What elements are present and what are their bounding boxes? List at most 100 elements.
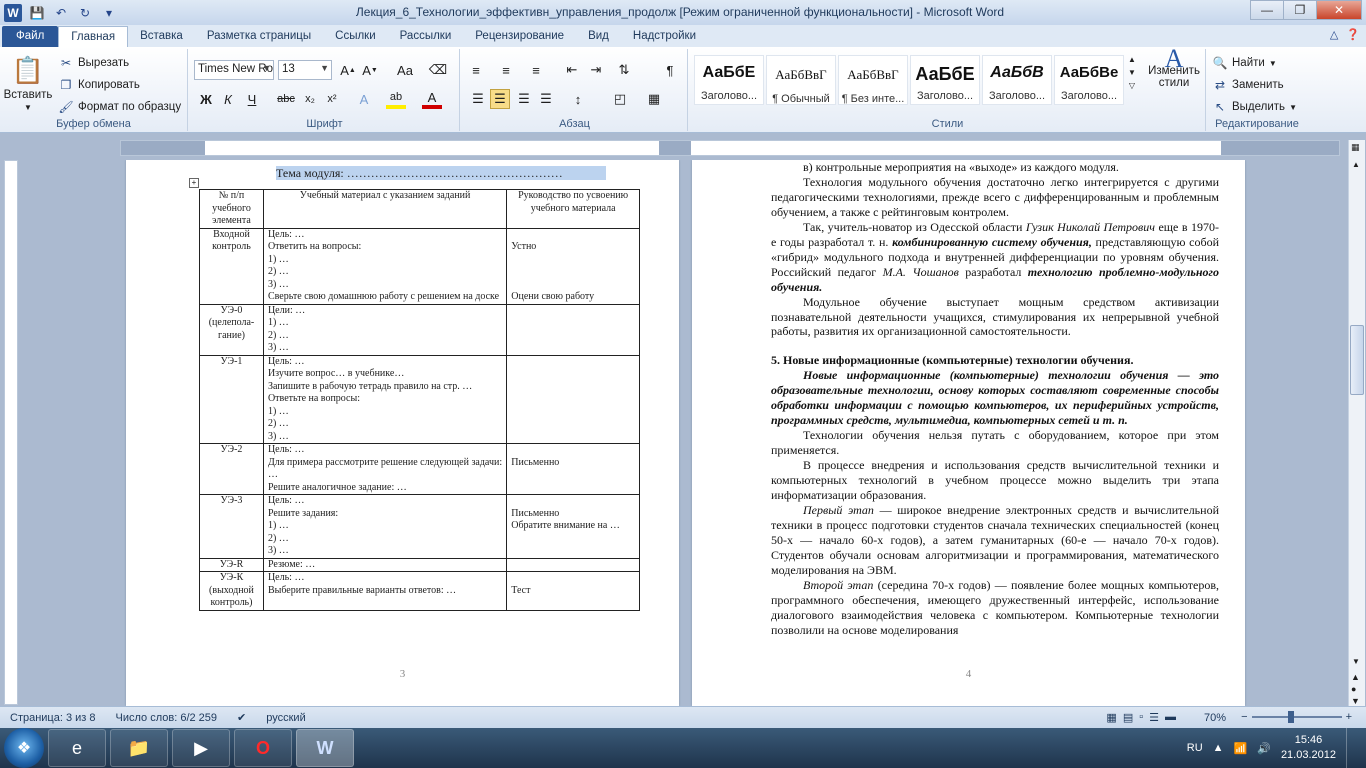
customize-qat-icon[interactable]: ▾ bbox=[100, 4, 118, 22]
next-page-icon[interactable]: ▼ bbox=[1351, 696, 1360, 706]
scrollbar-thumb[interactable] bbox=[1350, 325, 1364, 395]
font-color-icon[interactable]: A bbox=[422, 89, 442, 109]
word-count[interactable]: Число слов: 6/2 259 bbox=[106, 712, 228, 724]
bullets-icon[interactable]: ≡ bbox=[466, 60, 486, 80]
highlight-icon[interactable]: ab bbox=[386, 89, 406, 109]
increase-indent-icon[interactable]: ⇥ bbox=[586, 60, 606, 80]
word-taskbar-icon[interactable]: W bbox=[296, 729, 354, 767]
ruler-toggle-icon[interactable]: ▦ bbox=[1351, 142, 1360, 153]
volume-icon[interactable]: 🔊 bbox=[1257, 742, 1271, 755]
sort-icon[interactable]: ⇅ bbox=[614, 60, 634, 80]
save-icon[interactable]: 💾 bbox=[28, 4, 46, 22]
shading-icon[interactable]: ◰ bbox=[610, 89, 630, 109]
font-size-combo[interactable]: 13 ▼ bbox=[278, 60, 332, 80]
zoom-in-icon[interactable]: + bbox=[1346, 711, 1352, 723]
minimize-button[interactable]: — bbox=[1250, 0, 1284, 20]
page-counter[interactable]: Страница: 3 из 8 bbox=[0, 712, 106, 724]
tab-home[interactable]: Главная bbox=[58, 26, 129, 47]
styles-scroll[interactable]: ▲ ▼ ▽ bbox=[1128, 55, 1136, 90]
scroll-down-icon[interactable]: ▼ bbox=[1352, 657, 1360, 666]
multilevel-list-icon[interactable]: ≡ bbox=[526, 60, 546, 80]
file-explorer-icon[interactable]: 📁 bbox=[110, 729, 168, 767]
web-layout-icon[interactable]: ▫ bbox=[1139, 711, 1143, 724]
paste-button[interactable]: 📋 Вставить ▼ bbox=[4, 53, 53, 113]
style-no-spacing[interactable]: АаБбВвГ ¶ Без инте... bbox=[838, 55, 908, 105]
vertical-ruler[interactable] bbox=[4, 160, 18, 705]
tab-references[interactable]: Ссылки bbox=[323, 26, 388, 47]
cut-button[interactable]: ✂ Вырезать bbox=[58, 55, 129, 71]
word-logo-icon[interactable]: W bbox=[4, 3, 22, 22]
page-3[interactable]: Тема модуля: ……………………………………………… + № п/п … bbox=[126, 160, 679, 706]
style-heading-1[interactable]: АаБбЕ Заголово... bbox=[694, 55, 764, 105]
line-spacing-icon[interactable]: ↕ bbox=[568, 89, 588, 109]
table-move-handle-icon[interactable]: + bbox=[189, 178, 199, 188]
align-right-icon[interactable]: ☰ bbox=[514, 89, 534, 109]
clock[interactable]: 15:46 21.03.2012 bbox=[1281, 733, 1336, 763]
previous-page-icon[interactable]: ▲ bbox=[1351, 672, 1360, 682]
superscript-icon[interactable]: x² bbox=[322, 89, 342, 109]
align-left-icon[interactable]: ☰ bbox=[468, 89, 488, 109]
tab-view[interactable]: Вид bbox=[576, 26, 621, 47]
language-indicator[interactable]: русский bbox=[256, 712, 315, 724]
print-layout-icon[interactable]: ▦ bbox=[1106, 711, 1116, 724]
tab-mailings[interactable]: Рассылки bbox=[388, 26, 464, 47]
underline-icon[interactable]: Ч bbox=[242, 89, 262, 109]
zoom-thumb[interactable] bbox=[1287, 711, 1294, 723]
browse-object-icon[interactable]: ● bbox=[1351, 684, 1356, 694]
collapse-ribbon-icon[interactable]: △ bbox=[1330, 28, 1338, 41]
change-styles-button[interactable]: A Изменить стили bbox=[1144, 46, 1204, 90]
spellcheck-icon[interactable]: ✔ bbox=[227, 711, 256, 724]
clear-formatting-icon[interactable]: ⌫ bbox=[428, 60, 448, 80]
help-icon[interactable]: ❓ bbox=[1346, 28, 1360, 41]
shrink-font-icon[interactable]: A ▼ bbox=[360, 60, 380, 80]
close-button[interactable]: ✕ bbox=[1316, 0, 1362, 20]
borders-icon[interactable]: ▦ bbox=[644, 89, 664, 109]
style-heading-4[interactable]: АаБбВе Заголово... bbox=[1054, 55, 1124, 105]
select-button[interactable]: ↖ Выделить ▼ bbox=[1212, 99, 1297, 115]
restore-button[interactable]: ❐ bbox=[1283, 0, 1317, 20]
replace-button[interactable]: ⇄ Заменить bbox=[1212, 77, 1284, 93]
font-name-combo[interactable]: Times New Ro ▼ bbox=[194, 60, 274, 80]
subscript-icon[interactable]: x₂ bbox=[300, 89, 320, 109]
style-heading-3[interactable]: АаБбВ Заголово... bbox=[982, 55, 1052, 105]
justify-icon[interactable]: ☰ bbox=[536, 89, 556, 109]
scroll-up-icon[interactable]: ▲ bbox=[1352, 160, 1360, 169]
more-styles-icon[interactable]: ▽ bbox=[1129, 81, 1135, 90]
redo-icon[interactable]: ↻ bbox=[76, 4, 94, 22]
tab-page-layout[interactable]: Разметка страницы bbox=[195, 26, 323, 47]
tab-file[interactable]: Файл bbox=[2, 26, 59, 47]
bold-icon[interactable]: Ж bbox=[196, 89, 216, 109]
show-hidden-icons-icon[interactable]: ▲ bbox=[1213, 742, 1224, 754]
grow-font-icon[interactable]: A ▲ bbox=[338, 60, 358, 80]
copy-button[interactable]: ❐ Копировать bbox=[58, 77, 140, 93]
vertical-scrollbar[interactable]: ▦ ▲ ▼ ▲ ● ▼ bbox=[1348, 140, 1365, 706]
network-icon[interactable]: 📶 bbox=[1234, 742, 1248, 755]
outline-icon[interactable]: ☰ bbox=[1149, 711, 1159, 724]
text-effects-icon[interactable]: A bbox=[354, 89, 374, 109]
zoom-track[interactable] bbox=[1251, 711, 1342, 723]
document-workspace[interactable]: Тема модуля: ……………………………………………… + № п/п … bbox=[20, 160, 1346, 706]
page-4[interactable]: в) контрольные мероприятия на «выходе» и… bbox=[692, 160, 1245, 706]
media-player-icon[interactable]: ▶ bbox=[172, 729, 230, 767]
undo-icon[interactable]: ↶ bbox=[52, 4, 70, 22]
scroll-up-icon[interactable]: ▲ bbox=[1128, 55, 1136, 64]
style-normal[interactable]: АаБбВвГ ¶ Обычный bbox=[766, 55, 836, 105]
style-heading-2[interactable]: АаБбЕ Заголово... bbox=[910, 55, 980, 105]
numbering-icon[interactable]: ≡ bbox=[496, 60, 516, 80]
full-screen-reading-icon[interactable]: ▤ bbox=[1123, 711, 1133, 724]
zoom-level[interactable]: 70% bbox=[1204, 712, 1226, 724]
tab-insert[interactable]: Вставка bbox=[128, 26, 195, 47]
tab-review[interactable]: Рецензирование bbox=[463, 26, 576, 47]
find-button[interactable]: 🔍 Найти ▼ bbox=[1212, 55, 1277, 71]
zoom-slider[interactable]: − + bbox=[1241, 711, 1352, 723]
pilcrow-icon[interactable]: ¶ bbox=[660, 60, 680, 80]
internet-explorer-icon[interactable]: e bbox=[48, 729, 106, 767]
decrease-indent-icon[interactable]: ⇤ bbox=[562, 60, 582, 80]
change-case-icon[interactable]: Aa bbox=[392, 60, 418, 80]
draft-icon[interactable]: ▬ bbox=[1165, 711, 1176, 724]
horizontal-ruler[interactable] bbox=[120, 140, 1340, 156]
strikethrough-icon[interactable]: abc bbox=[274, 89, 298, 109]
show-desktop-button[interactable] bbox=[1346, 728, 1358, 768]
start-button-icon[interactable]: ❖ bbox=[4, 728, 44, 768]
scroll-down-icon[interactable]: ▼ bbox=[1128, 68, 1136, 77]
